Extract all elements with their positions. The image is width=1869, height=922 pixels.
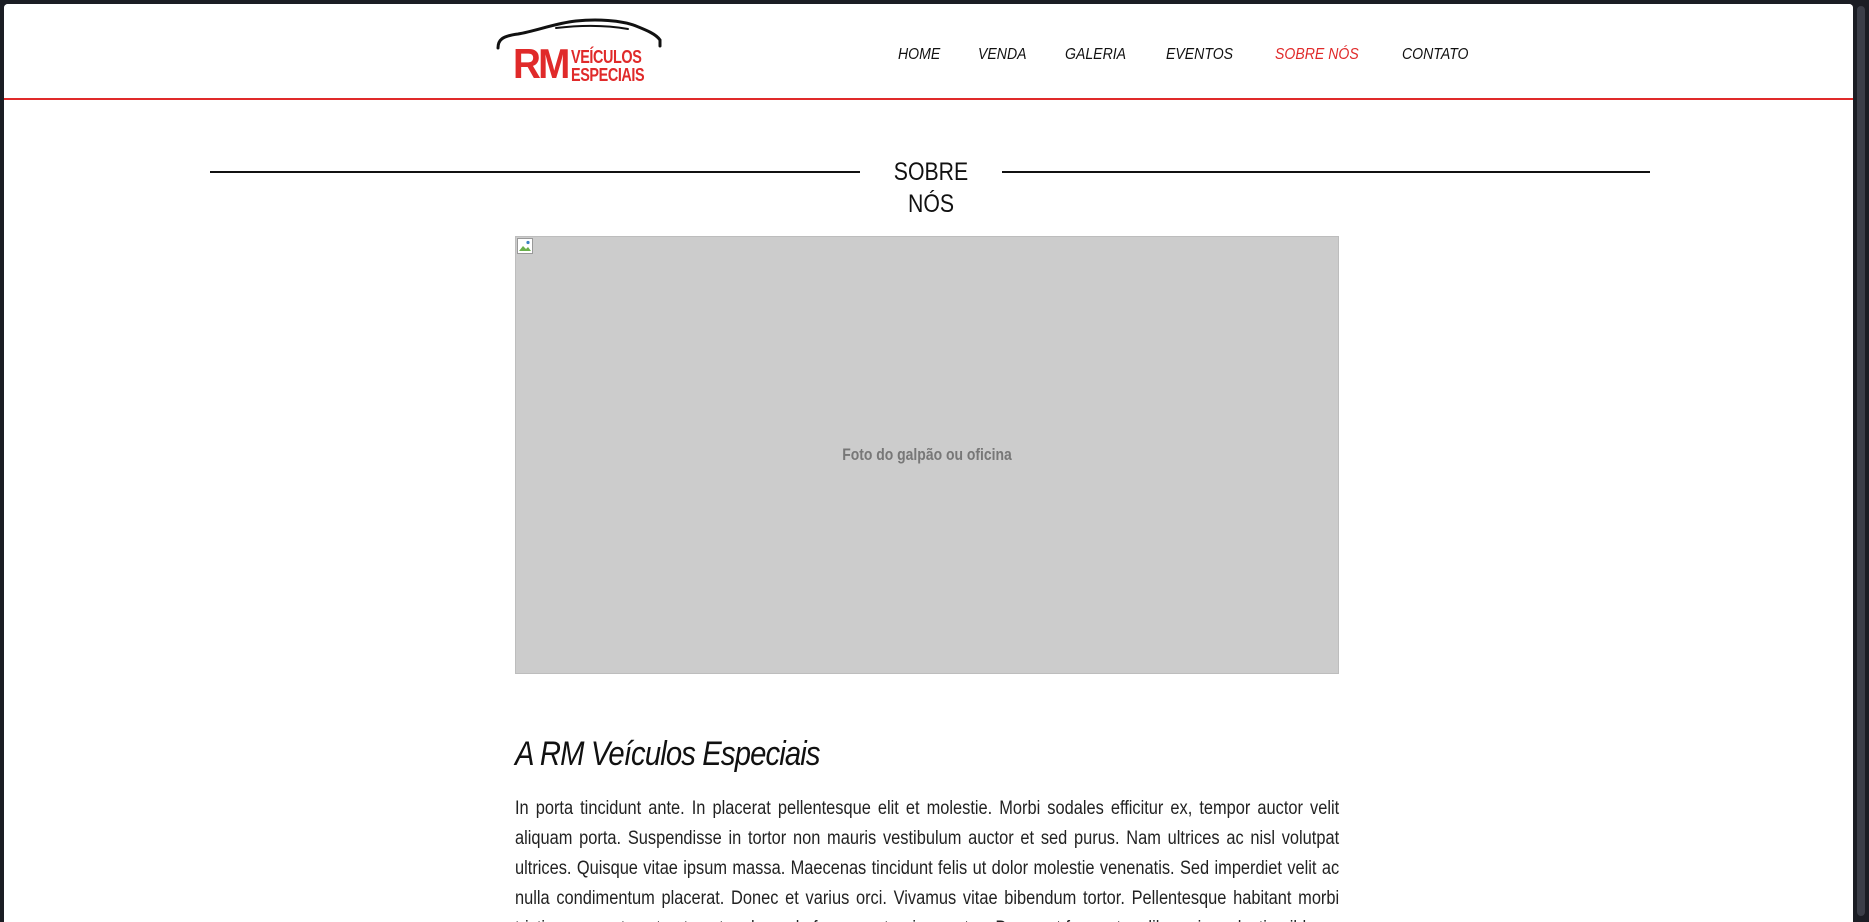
site-logo[interactable]: RM VEÍCULOS ESPECIAIS xyxy=(496,18,662,90)
nav-item-sobre-nos[interactable]: SOBRE NÓS xyxy=(1275,44,1359,68)
nav-item-venda[interactable]: VENDA xyxy=(978,44,1027,68)
page-scrollbar[interactable] xyxy=(1853,0,1869,922)
main-nav: HOME VENDA GALERIA EVENTOS SOBRE NÓS CON… xyxy=(898,44,1509,68)
logo-line2-text: ESPECIAIS xyxy=(571,65,645,85)
section-title: SOBRE NÓS xyxy=(210,152,1650,218)
title-divider-left xyxy=(210,171,860,173)
broken-image-icon xyxy=(517,238,533,254)
nav-item-galeria[interactable]: GALERIA xyxy=(1065,44,1126,68)
browser-viewport: RM VEÍCULOS ESPECIAIS HOME VENDA GALERIA… xyxy=(4,4,1853,922)
site-header: RM VEÍCULOS ESPECIAIS HOME VENDA GALERIA… xyxy=(4,4,1853,100)
logo-line1-text: VEÍCULOS xyxy=(571,47,642,67)
about-paragraph: In porta tincidunt ante. In placerat pel… xyxy=(515,798,1340,922)
scrollbar-thumb[interactable] xyxy=(1857,6,1865,916)
photo-caption: Foto do galpão ou oficina xyxy=(842,445,1012,464)
workshop-photo-placeholder: Foto do galpão ou oficina xyxy=(515,236,1339,674)
nav-item-home[interactable]: HOME xyxy=(898,44,940,68)
section-title-text: SOBRE NÓS xyxy=(893,158,969,218)
about-heading: A RM Veículos Especiais xyxy=(515,735,821,773)
title-divider-right xyxy=(1002,171,1650,173)
nav-item-contato[interactable]: CONTATO xyxy=(1402,44,1468,68)
logo-rm-text: RM xyxy=(513,40,570,87)
nav-item-eventos[interactable]: EVENTOS xyxy=(1166,44,1233,68)
